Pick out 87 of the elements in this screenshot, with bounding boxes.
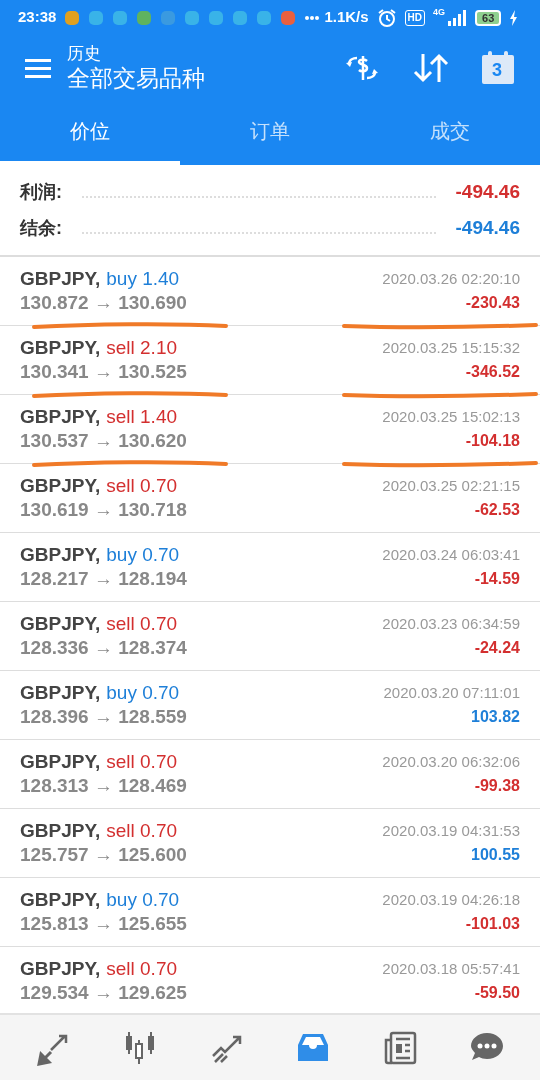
profit: -230.43 [465, 293, 520, 313]
tab[interactable]: 订单 [180, 100, 360, 165]
price-range: 130.872 → 130.690 [20, 291, 188, 315]
trade-time: 2020.03.24 06:03:41 [382, 545, 520, 565]
notification-icon [112, 9, 129, 26]
price-range: 130.341 → 130.525 [20, 360, 188, 384]
symbol: GBPJPY, [20, 612, 101, 636]
profit: 103.82 [471, 707, 520, 727]
signal-icon [447, 9, 468, 26]
price-range: 130.537 → 130.620 [20, 429, 188, 453]
symbol: GBPJPY, [20, 957, 101, 981]
trade-time: 2020.03.25 15:15:32 [382, 338, 520, 358]
trade-type: sell 0.70 [106, 612, 178, 636]
price-range: 125.757 → 125.600 [20, 843, 188, 867]
trade-type: sell 1.40 [106, 405, 178, 429]
notification-icon [136, 9, 153, 26]
battery-indicator: 63 [475, 9, 502, 26]
symbol: GBPJPY, [20, 819, 101, 843]
calendar-icon [481, 50, 515, 85]
symbol: GBPJPY, [20, 405, 101, 429]
tab[interactable]: 价位 [0, 100, 180, 165]
profit: -99.38 [474, 776, 520, 796]
charging-icon [509, 9, 520, 26]
summary-value: -494.46 [455, 179, 520, 204]
profit: -101.03 [465, 914, 520, 934]
price-range: 130.619 → 130.718 [20, 498, 188, 522]
notification-icon [160, 9, 177, 26]
trade-time: 2020.03.19 04:26:18 [382, 890, 520, 910]
notification-icon [88, 9, 105, 26]
trade-time: 2020.03.20 06:32:06 [382, 752, 520, 772]
tab[interactable]: 成交 [360, 100, 540, 165]
profit: -24.24 [474, 638, 520, 658]
trade-time: 2020.03.26 02:20:10 [382, 269, 520, 289]
profit: -346.52 [465, 362, 520, 382]
symbol: GBPJPY, [20, 474, 101, 498]
notification-icon [232, 9, 249, 26]
notification-icon [256, 9, 273, 26]
profit: -14.59 [474, 569, 520, 589]
trade-time: 2020.03.20 07:11:01 [383, 683, 520, 703]
trade-type: buy 0.70 [106, 888, 180, 912]
trade-type: buy 1.40 [106, 267, 180, 291]
header-subtitle: 历史 [67, 43, 102, 64]
summary-label: 结余: [20, 217, 62, 240]
symbol: GBPJPY, [20, 681, 101, 705]
alarm-icon [376, 7, 397, 28]
trade-type: sell 2.10 [106, 336, 178, 360]
trade-type: sell 0.70 [106, 474, 178, 498]
profit: 100.55 [471, 845, 520, 865]
symbol: GBPJPY, [20, 888, 101, 912]
trade-time: 2020.03.25 15:02:13 [382, 407, 520, 427]
trade-type: sell 0.70 [106, 819, 178, 843]
trade-time: 2020.03.23 06:34:59 [382, 614, 520, 634]
notification-icon [280, 9, 297, 26]
profit: -62.53 [474, 500, 520, 520]
more-icon [304, 14, 321, 21]
header-title: 全部交易品种 [67, 63, 206, 92]
profit: -104.18 [465, 431, 520, 451]
summary-label: 利润: [20, 181, 62, 204]
notification-icon [184, 9, 201, 26]
status-time: 23:38 [18, 7, 57, 28]
symbol: GBPJPY, [20, 543, 101, 567]
sort-icon[interactable] [413, 51, 449, 84]
calendar-day: 3 [492, 59, 502, 80]
profit: -59.50 [474, 983, 520, 1003]
notification-icon [208, 9, 225, 26]
price-range: 125.813 → 125.655 [20, 912, 188, 936]
trade-type: sell 0.70 [106, 750, 178, 774]
notification-icon [64, 9, 81, 26]
symbol: GBPJPY, [20, 750, 101, 774]
trade-type: buy 0.70 [106, 543, 180, 567]
symbol: GBPJPY, [20, 267, 101, 291]
hd-badge: HD [404, 9, 426, 26]
summary-value: -494.46 [455, 215, 520, 240]
price-range: 128.217 → 128.194 [20, 567, 188, 591]
trade-time: 2020.03.18 05:57:41 [382, 959, 520, 979]
price-range: 129.534 → 129.625 [20, 981, 188, 1005]
trade-type: sell 0.70 [106, 957, 178, 981]
network-type: 4G [433, 6, 446, 19]
trade-time: 2020.03.25 02:21:15 [382, 476, 520, 496]
menu-icon[interactable] [25, 57, 51, 78]
trade-type: buy 0.70 [106, 681, 180, 705]
network-speed: 1.1K/s [324, 7, 369, 28]
price-range: 128.313 → 128.469 [20, 774, 188, 798]
symbol: GBPJPY, [20, 336, 101, 360]
trade-time: 2020.03.19 04:31:53 [382, 821, 520, 841]
price-range: 128.336 → 128.374 [20, 636, 188, 660]
price-range: 128.396 → 128.559 [20, 705, 188, 729]
